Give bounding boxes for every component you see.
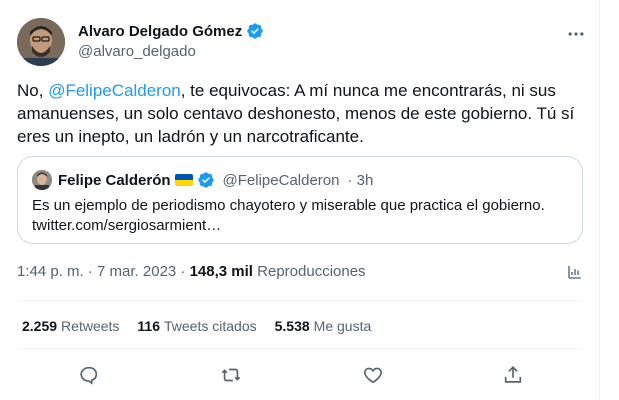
retweet-icon[interactable] bbox=[220, 364, 242, 386]
mention-link[interactable]: @FelipeCalderon bbox=[48, 81, 181, 100]
quotes-label: Tweets citados bbox=[164, 318, 257, 334]
likes-count: 5.538 bbox=[274, 318, 310, 334]
analytics-icon[interactable] bbox=[566, 263, 584, 281]
divider-top bbox=[17, 300, 583, 301]
quoted-time[interactable]: · 3h bbox=[347, 172, 373, 189]
quoted-text: Es un ejemplo de periodismo chayotero y … bbox=[32, 197, 545, 234]
views-label: Reproducciones bbox=[257, 263, 366, 280]
avatar[interactable] bbox=[17, 18, 65, 66]
author-handle[interactable]: @alvaro_delgado bbox=[78, 43, 196, 60]
reply-icon[interactable] bbox=[78, 364, 100, 386]
author-name-text: Alvaro Delgado Gómez bbox=[78, 22, 243, 40]
tweet-text-prefix: No, bbox=[17, 81, 49, 100]
ukraine-flag-icon bbox=[174, 174, 193, 186]
more-options-icon[interactable] bbox=[566, 24, 586, 44]
verified-badge-icon bbox=[197, 172, 214, 188]
views-count: 148,3 mil bbox=[189, 263, 253, 280]
quoted-tweet[interactable]: Felipe Calderón @FelipeCalderon · 3h Es … bbox=[17, 156, 583, 244]
author-name[interactable]: Alvaro Delgado Gómez bbox=[78, 22, 264, 40]
quoted-author-name[interactable]: Felipe Calderón bbox=[58, 172, 171, 189]
tweet-text: No, @FelipeCalderon, te equivocas: A mí … bbox=[17, 79, 592, 148]
share-icon[interactable] bbox=[502, 364, 524, 386]
divider-bottom bbox=[17, 348, 583, 349]
quoted-author: Felipe Calderón @FelipeCalderon · 3h bbox=[58, 171, 373, 189]
retweets-count: 2.259 bbox=[22, 318, 58, 334]
tweet-meta: 1:44 p. m. · 7 mar. 2023 · 148,3 mil Rep… bbox=[17, 263, 366, 280]
quoted-avatar[interactable] bbox=[32, 170, 52, 190]
avatar-image bbox=[17, 18, 65, 66]
likes-stat[interactable]: 5.538 Me gusta bbox=[275, 318, 372, 334]
engagement-stats: 2.259 Retweets 116 Tweets citados 5.538 Me … bbox=[22, 318, 371, 334]
quoted-avatar-image bbox=[32, 170, 52, 190]
like-icon[interactable] bbox=[362, 364, 384, 386]
quoted-handle[interactable]: @FelipeCalderon bbox=[223, 172, 340, 189]
retweets-label: Retweets bbox=[61, 318, 120, 334]
quote-tweets-stat[interactable]: 116 Tweets citados bbox=[137, 318, 256, 334]
tweet-timestamp[interactable]: 1:44 p. m. · 7 mar. 2023 · bbox=[17, 263, 185, 280]
likes-label: Me gusta bbox=[313, 318, 372, 334]
tweet-card: Alvaro Delgado Gómez @alvaro_delgado No,… bbox=[0, 0, 600, 400]
verified-badge-icon bbox=[247, 23, 263, 39]
quotes-count: 116 bbox=[137, 318, 160, 334]
retweets-stat[interactable]: 2.259 Retweets bbox=[22, 318, 119, 334]
